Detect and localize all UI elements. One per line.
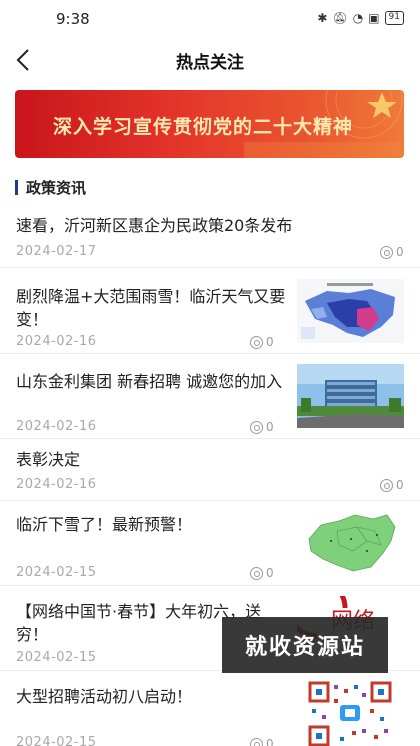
view-icon <box>250 420 263 434</box>
news-item[interactable]: 表彰决定 2024-02-16 0 <box>0 439 420 501</box>
weather-map-thumbnail <box>297 279 404 343</box>
status-time: 9:38 <box>56 10 90 28</box>
news-date: 2024-02-15 <box>16 565 97 580</box>
building-thumbnail <box>297 364 404 428</box>
news-title: 大型招聘活动初八启动！ <box>16 687 193 706</box>
banner[interactable]: 深入学习宣传贯彻党的二十大精神 <box>15 90 404 158</box>
news-date: 2024-02-15 <box>16 650 97 665</box>
page-title: 热点关注 <box>176 53 244 73</box>
bluetooth-icon: ✱ <box>317 11 328 25</box>
view-count: 0 <box>250 335 274 349</box>
section-title: 政策资讯 <box>26 178 87 197</box>
news-title: 表彰决定 <box>16 450 81 469</box>
battery-icon: 91 <box>384 11 404 25</box>
news-item[interactable]: 山东金利集团 新春招聘 诚邀您的加入 2024-02-16 0 <box>0 354 420 439</box>
view-icon <box>380 478 393 492</box>
view-icon <box>250 566 263 580</box>
news-item[interactable]: 速看，沂河新区惠企为民政策20条发布 2024-02-17 0 <box>0 206 420 268</box>
view-icon <box>380 245 393 259</box>
status-icons: ✱ 🔕︎ ◔ ▣ 91 <box>317 11 404 25</box>
nav-bar: 热点关注 <box>0 40 420 80</box>
news-date: 2024-02-16 <box>16 334 97 349</box>
view-count: 0 <box>250 737 274 746</box>
view-count: 0 <box>250 566 274 580</box>
news-date: 2024-02-17 <box>16 244 97 259</box>
status-bar: 9:38 ✱ 🔕︎ ◔ ▣ 91 <box>0 0 420 40</box>
section-header: 政策资讯 <box>15 176 86 198</box>
view-count: 0 <box>380 478 404 492</box>
news-date: 2024-02-15 <box>16 735 97 746</box>
news-title: 山东金利集团 新春招聘 诚邀您的加入 <box>16 372 283 391</box>
mute-icon: 🔕︎ <box>332 11 348 25</box>
news-title: 临沂下雪了！最新预警！ <box>16 515 193 534</box>
section-accent-bar <box>15 179 18 195</box>
news-item[interactable]: 剧烈降温+大范围雨雪！临沂天气又要变！ 2024-02-16 0 <box>0 268 420 354</box>
watermark-overlay: 就收资源站 <box>222 617 388 673</box>
view-count: 0 <box>250 420 274 434</box>
news-title: 剧烈降温+大范围雨雪！临沂天气又要变！ <box>16 287 286 329</box>
news-date: 2024-02-16 <box>16 419 97 434</box>
banner-text: 深入学习宣传贯彻党的二十大精神 <box>53 116 354 138</box>
news-item[interactable]: 临沂下雪了！最新预警！ 2024-02-15 0 <box>0 501 420 586</box>
sim-icon: ▣ <box>368 11 380 25</box>
view-icon <box>250 737 263 746</box>
news-date: 2024-02-16 <box>16 477 97 492</box>
qr-code-thumbnail <box>300 677 400 746</box>
view-count: 0 <box>380 245 404 259</box>
view-icon <box>250 335 263 349</box>
news-title: 速看，沂河新区惠企为民政策20条发布 <box>16 216 293 235</box>
map-thumbnail <box>297 511 404 575</box>
news-item[interactable]: 大型招聘活动初八启动！ 2024-02-15 0 <box>0 671 420 746</box>
wifi-icon: ◔ <box>352 11 364 25</box>
